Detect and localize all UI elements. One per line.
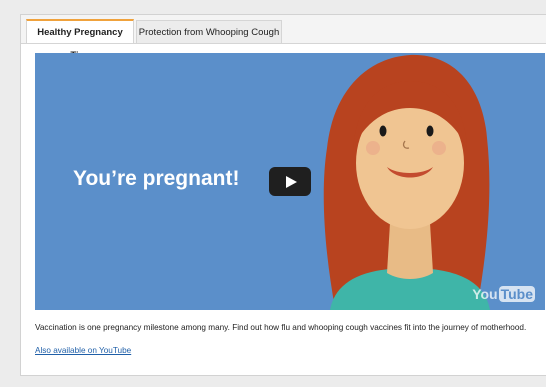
video-description: Vaccination is one pregnancy milestone a… bbox=[35, 323, 527, 332]
youtube-logo-tube: Tube bbox=[498, 286, 535, 302]
play-button[interactable] bbox=[269, 167, 311, 196]
youtube-logo-you: You bbox=[472, 286, 498, 302]
left-eye-illustration bbox=[379, 125, 387, 137]
neck-illustration bbox=[387, 223, 433, 279]
video-panel: Healthy Pregnancy Tips Protection from W… bbox=[20, 14, 546, 376]
right-eye-illustration bbox=[426, 125, 434, 137]
video-player[interactable]: You’re pregnant! You Tube bbox=[35, 53, 545, 310]
youtube-link[interactable]: Also available on YouTube bbox=[35, 346, 131, 355]
tab-bar: Healthy Pregnancy Tips Protection from W… bbox=[21, 15, 546, 61]
video-headline: You’re pregnant! bbox=[73, 167, 240, 190]
tab-protection-whooping-cough[interactable]: Protection from Whooping Cough bbox=[136, 20, 282, 43]
youtube-logo[interactable]: You Tube bbox=[472, 286, 535, 302]
play-icon bbox=[286, 176, 297, 188]
tab-healthy-pregnancy-tips[interactable]: Healthy Pregnancy Tips bbox=[26, 19, 134, 61]
